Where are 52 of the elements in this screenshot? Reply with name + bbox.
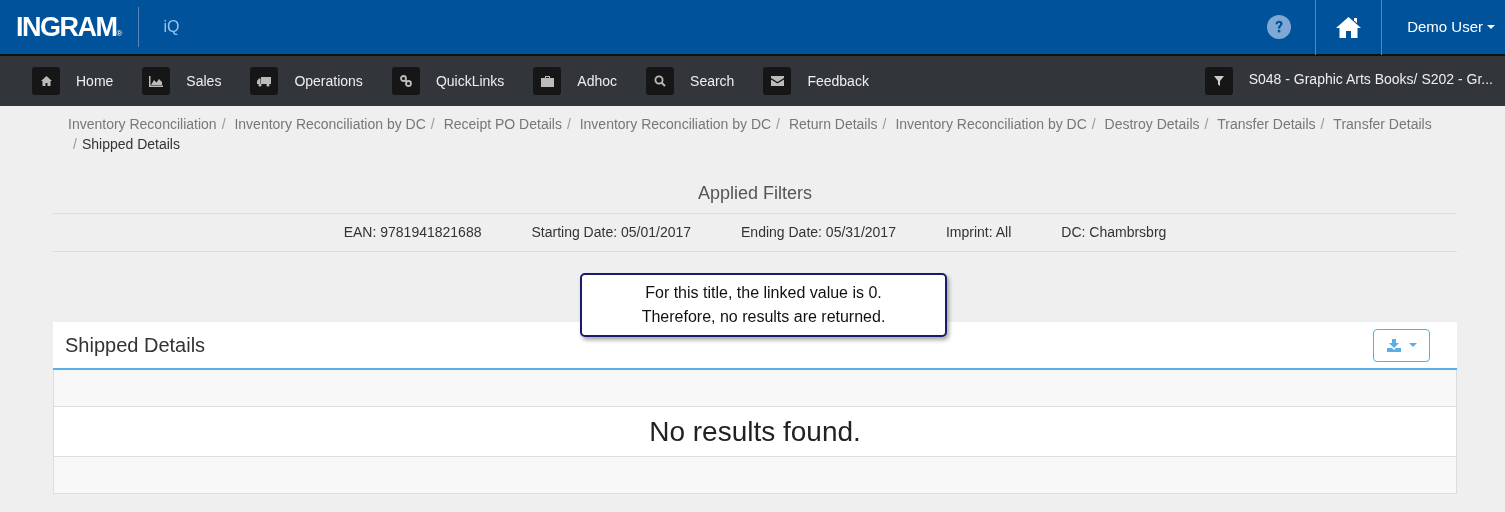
- nav-link[interactable]: Home: [76, 70, 114, 92]
- breadcrumb-separator: /: [776, 116, 780, 132]
- nav-link[interactable]: QuickLinks: [435, 70, 505, 92]
- breadcrumb-separator: /: [566, 116, 571, 132]
- area-chart-icon: [149, 75, 164, 87]
- breadcrumb-link[interactable]: Inventory Reconciliation by DC: [234, 116, 426, 132]
- breadcrumb-separator: /: [1091, 116, 1096, 132]
- filter-value: Starting Date: 05/01/2017: [531, 223, 692, 242]
- nav-link[interactable]: Operations: [294, 70, 363, 92]
- breadcrumb-separator: /: [221, 116, 226, 132]
- breadcrumb-link[interactable]: Inventory Reconciliation: [68, 116, 217, 132]
- nav-link[interactable]: Search: [690, 70, 735, 92]
- breadcrumb-link[interactable]: Inventory Reconciliation by DC: [895, 116, 1087, 132]
- nav-link[interactable]: Sales: [186, 70, 222, 92]
- panel-title: Shipped Details: [65, 333, 206, 358]
- breadcrumb-separator: /: [73, 136, 77, 152]
- breadcrumb-separator: /: [882, 116, 887, 132]
- nav-link[interactable]: Adhoc: [577, 70, 618, 92]
- search-icon: [654, 75, 667, 87]
- download-icon: [1386, 338, 1401, 352]
- filter-value: DC: Chambrsbrg: [1061, 223, 1167, 242]
- filter-icon[interactable]: [1213, 76, 1224, 86]
- breadcrumb-link[interactable]: Inventory Reconciliation by DC: [579, 116, 772, 132]
- empty-message: No results found.: [649, 414, 861, 449]
- breadcrumb-link[interactable]: Destroy Details: [1104, 116, 1200, 132]
- caret-icon: [1408, 342, 1417, 348]
- envelope-icon: [770, 76, 784, 86]
- filter-value: EAN: 9781941821688: [343, 223, 482, 242]
- breadcrumb-separator: /: [430, 116, 435, 132]
- home-icon: [40, 76, 52, 86]
- breadcrumb-link[interactable]: Transfer Details: [1217, 116, 1316, 132]
- breadcrumb-link[interactable]: Transfer Details: [1333, 116, 1432, 132]
- nav-link[interactable]: Feedback: [807, 70, 869, 92]
- filter-selection: S048 - Graphic Arts Books/ S202 - Gr...: [1248, 69, 1493, 89]
- breadcrumb-link[interactable]: Receipt PO Details: [443, 116, 562, 132]
- home-icon[interactable]: [1336, 16, 1362, 38]
- filter-value: Imprint: All: [945, 223, 1012, 242]
- caret-icon: [1487, 24, 1495, 30]
- link-icon: [399, 75, 412, 87]
- app-name: iQ: [163, 17, 180, 37]
- filter-value: Ending Date: 05/31/2017: [741, 223, 896, 242]
- breadcrumb-current: Shipped Details: [81, 136, 180, 152]
- breadcrumb-separator: /: [1320, 116, 1325, 132]
- help-icon[interactable]: [1267, 15, 1292, 39]
- breadcrumb-link[interactable]: Return Details: [788, 116, 878, 132]
- briefcase-icon: [540, 75, 554, 87]
- truck-icon: [257, 75, 272, 87]
- logo: INGRAM®: [16, 13, 123, 41]
- callout: For this title, the linked value is 0. Therefore, no results are returned.: [580, 273, 947, 337]
- filters-title: Applied Filters: [696, 182, 813, 205]
- breadcrumb-separator: /: [1204, 116, 1209, 132]
- user-menu[interactable]: Demo User: [1407, 15, 1495, 39]
